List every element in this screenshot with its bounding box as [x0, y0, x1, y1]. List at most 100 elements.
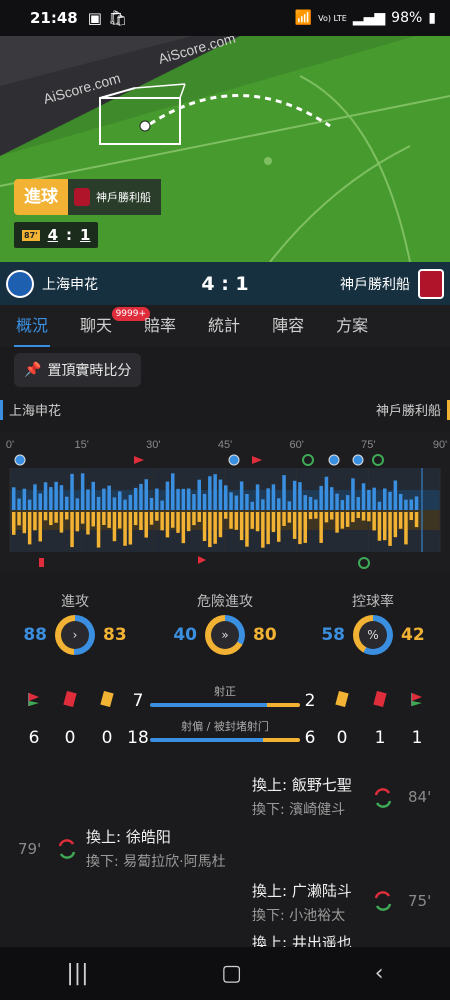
match-minute: 87': [22, 229, 40, 241]
battery-icon: ▮: [428, 10, 436, 26]
away-pressure-bar: [112, 512, 117, 542]
tab-chat[interactable]: 聊天 9999+: [64, 305, 151, 347]
system-nav-bar: ||| ▢ ‹: [0, 947, 450, 1000]
shots-off-target: 射偏 / 被封堵射门: [150, 718, 300, 742]
recent-apps-icon[interactable]: |||: [66, 961, 88, 986]
away-pressure-bar: [393, 512, 398, 538]
away-pressure-bar: [367, 512, 371, 522]
match-events-list[interactable]: 換上: 飯野七聖 換下: 濱崎健斗 84' 79' 換上: 徐皓阳 換下: 易蔔…: [0, 770, 450, 947]
home-pressure-bar: [181, 488, 186, 510]
home-pressure-bar: [22, 488, 27, 510]
timeline-tick: 90': [433, 439, 447, 451]
goal-label: 進球: [14, 179, 68, 215]
attack-label: 進攻: [61, 594, 89, 610]
tab-bar: 概況 聊天 9999+ 賠率 統計 陣容 方案: [0, 305, 450, 347]
away-pressure-bar: [245, 512, 249, 547]
gallery-icon: ▣: [87, 9, 102, 27]
home-pressure-bar: [12, 487, 16, 510]
substitution-icon: [58, 839, 76, 859]
away-pressure-bar: [160, 512, 164, 531]
home-pressure-bar: [303, 495, 307, 510]
momentum-timeline[interactable]: 0' 15' 30' 45' 60' 75' 90': [0, 432, 450, 572]
away-pressure-bar: [54, 512, 58, 523]
back-icon[interactable]: ‹: [375, 961, 384, 986]
timeline-tick: 75': [361, 439, 375, 451]
away-pressure-bar: [282, 512, 286, 526]
away-pressure-bar: [266, 512, 270, 545]
home-pressure-bar: [17, 498, 21, 510]
away-pressure-bar: [96, 512, 101, 548]
sub-in: 換上: 广濑陆斗: [252, 882, 352, 900]
shots-off-bar: [150, 738, 300, 742]
shots-off-label: 射偏 / 被封堵射门: [181, 720, 269, 733]
away-pressure-bar: [155, 512, 159, 521]
away-pressure-bar: [43, 512, 48, 521]
timeline-team-labels: 上海申花 神戶勝利船: [0, 400, 450, 420]
home-pressure-bar: [192, 494, 196, 510]
live-pitch-animation[interactable]: AiScore.com AiScore.com 進球 神戶勝利船 87' 4 :…: [0, 36, 450, 262]
sub-in: 換上: 徐皓阳: [86, 828, 171, 846]
wifi-icon: 📶: [294, 10, 313, 26]
home-red-card-icon: [58, 690, 82, 712]
away-pressure-bar: [107, 512, 111, 528]
away-yellow-card-icon: [330, 690, 354, 712]
home-pressure-bar: [277, 498, 281, 510]
away-pressure-bar: [324, 512, 329, 523]
home-pressure-bar: [239, 481, 244, 510]
home-pressure-bar: [388, 491, 392, 510]
home-team[interactable]: 上海申花: [6, 269, 98, 298]
home-pressure-bar: [102, 488, 106, 510]
tab-plans[interactable]: 方案: [320, 305, 384, 347]
event-minute: 84': [408, 788, 432, 806]
home-team-name: 上海申花: [42, 276, 98, 293]
momentum-chart: 0' 15' 30' 45' 60' 75' 90': [6, 439, 447, 569]
away-pressure-bar: [38, 512, 42, 542]
home-pressure-bar: [383, 488, 387, 510]
mini-score: 87' 4 : 1: [14, 222, 99, 248]
tab-odds[interactable]: 賠率: [128, 305, 192, 347]
away-pressure-bar: [298, 512, 302, 545]
home-pressure-bar: [398, 493, 403, 510]
away-team[interactable]: 神戶勝利船: [340, 268, 444, 299]
home-crest-icon: [6, 269, 34, 298]
home-pressure-bar: [335, 493, 339, 510]
home-pressure-bar: [218, 479, 223, 510]
event-sub-79: 換上: 徐皓阳 換下: 易蔔拉欣·阿馬杜: [86, 826, 226, 871]
possession-home: 58: [321, 625, 345, 645]
away-pressure-bar: [356, 512, 360, 519]
home-pressure-bar: [43, 482, 48, 510]
home-icon[interactable]: ▢: [221, 961, 242, 986]
home-pressure-bar: [266, 488, 270, 510]
home-pressure-bar: [133, 487, 138, 510]
goal-team-name: 神戶勝利船: [96, 191, 151, 204]
away-pressure-bar: [176, 512, 180, 533]
mini-away-score: 1: [80, 226, 91, 244]
away-pressure-bar: [414, 512, 419, 528]
tab-stats[interactable]: 統計: [192, 305, 256, 347]
home-pressure-bar: [165, 481, 170, 510]
away-corners-count: 1: [411, 728, 423, 748]
pin-live-score-button[interactable]: 📌 置頂實時比分: [14, 353, 142, 387]
home-pressure-bar: [80, 473, 85, 510]
away-pressure-bar: [292, 512, 297, 539]
away-shots-off: 6: [304, 728, 316, 748]
tab-lineup[interactable]: 陣容: [256, 305, 320, 347]
sub-out: 換下: 濱崎健斗: [252, 802, 346, 818]
home-pressure-bar: [404, 499, 408, 510]
away-team-crest-icon: [74, 188, 90, 206]
away-pressure-bar: [91, 512, 95, 527]
away-pressure-bar: [181, 512, 186, 544]
home-pressure-bar: [261, 499, 265, 510]
home-pressure-bar: [287, 501, 292, 510]
home-corner-icon: [22, 691, 46, 712]
away-pressure-bar: [234, 512, 239, 530]
attack-home: 88: [23, 625, 47, 645]
away-pressure-bar: [192, 512, 196, 526]
mini-home-score: 4: [47, 226, 59, 244]
tab-overview[interactable]: 概況: [0, 305, 64, 347]
home-pressure-bar: [245, 493, 249, 510]
away-pressure-bar: [165, 512, 170, 538]
home-pressure-bar: [118, 491, 122, 510]
attack-away: 83: [103, 625, 127, 645]
event-minute: 75': [408, 892, 432, 910]
